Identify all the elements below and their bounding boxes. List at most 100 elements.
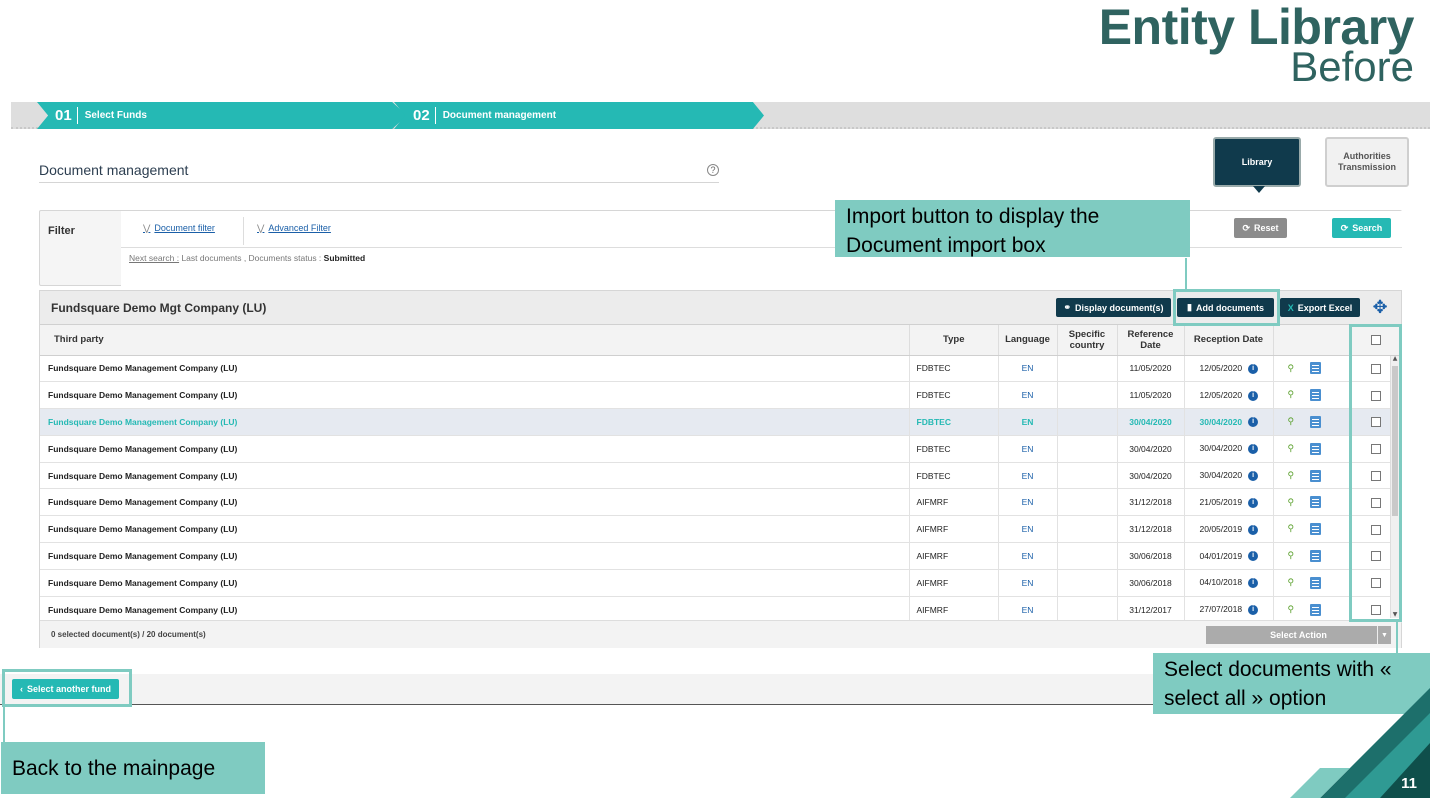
excel-icon: X	[1287, 302, 1294, 313]
document-icon[interactable]	[1309, 362, 1321, 375]
step-select-funds[interactable]: 01 Select Funds	[37, 102, 407, 129]
next-search-link[interactable]: Next search :	[129, 253, 179, 263]
cell-specific-country	[1057, 408, 1118, 436]
document-icon[interactable]	[1309, 603, 1321, 616]
cell-type: AIFMRF	[909, 515, 999, 544]
cell-type: FDBTEC	[909, 408, 999, 436]
magnifier-icon[interactable]: ⚲	[1288, 523, 1302, 534]
move-icon[interactable]: ✥	[1368, 296, 1392, 320]
cell-type: FDBTEC	[909, 435, 999, 463]
tab-label: Advanced Filter	[268, 223, 331, 233]
library-tile[interactable]: Library	[1213, 137, 1301, 193]
cell-actions: ⚲	[1273, 542, 1352, 570]
magnifier-icon[interactable]: ⚲	[1288, 389, 1302, 400]
magnifier-icon[interactable]: ⚲	[1288, 604, 1302, 615]
document-icon[interactable]	[1309, 415, 1321, 428]
info-icon[interactable]: i	[1248, 578, 1259, 589]
cell-reference-date: 30/04/2020	[1117, 408, 1185, 436]
info-icon[interactable]: i	[1248, 524, 1259, 535]
table-row[interactable]: Fundsquare Demo Management Company (LU) A…	[40, 515, 1402, 544]
document-icon[interactable]	[1309, 496, 1321, 509]
select-action-label: Select Action	[1270, 630, 1327, 640]
document-icon[interactable]	[1309, 389, 1321, 402]
cell-specific-country	[1057, 542, 1118, 570]
magnifier-icon[interactable]: ⚲	[1288, 577, 1302, 588]
reception-date-text: 20/05/2019	[1199, 523, 1243, 534]
document-icon[interactable]	[1309, 549, 1321, 562]
result-title: Fundsquare Demo Mgt Company (LU)	[51, 301, 267, 315]
magnifier-icon[interactable]: ⚲	[1288, 550, 1302, 561]
table-row[interactable]: Fundsquare Demo Management Company (LU) F…	[40, 408, 1402, 436]
table-row[interactable]: Fundsquare Demo Management Company (LU) A…	[40, 542, 1402, 570]
search-button[interactable]: ⟳ Search	[1332, 218, 1391, 238]
cell-third-party: Fundsquare Demo Management Company (LU)	[40, 435, 910, 463]
filter-panel: Filter ⋁ Document filter ⋁ Advanced Filter…	[39, 210, 1402, 286]
cell-language: EN	[998, 569, 1058, 597]
document-icon[interactable]	[1309, 523, 1321, 536]
cell-reception-date: 12/05/2020 i	[1184, 381, 1274, 410]
reset-button[interactable]: ⟳ Reset	[1234, 218, 1287, 238]
magnifier-icon[interactable]: ⚲	[1288, 416, 1302, 427]
document-icon[interactable]	[1309, 469, 1321, 482]
info-icon[interactable]: i	[1248, 497, 1259, 508]
info-icon[interactable]: i	[1248, 604, 1259, 615]
next-search-status: Submitted	[323, 253, 366, 263]
info-icon[interactable]: i	[1248, 470, 1259, 481]
display-documents-button[interactable]: ⚭ Display document(s)	[1056, 298, 1171, 317]
cell-specific-country	[1057, 515, 1118, 544]
cell-reception-date: 27/07/2018 i	[1184, 596, 1274, 624]
tab-advanced-filter[interactable]: ⋁ Advanced Filter	[257, 223, 331, 234]
table-row[interactable]: Fundsquare Demo Management Company (LU) F…	[40, 355, 1402, 383]
dropdown-icon: ▼	[1377, 626, 1391, 644]
table-row[interactable]: Fundsquare Demo Management Company (LU) F…	[40, 462, 1402, 490]
document-icon[interactable]	[1309, 442, 1321, 455]
cell-actions: ⚲	[1273, 408, 1352, 436]
next-search-summary: Next search : Last documents , Documents…	[129, 253, 365, 263]
table-header-row: Third party Type Language Specific count…	[40, 325, 1402, 356]
cell-third-party: Fundsquare Demo Management Company (LU)	[40, 515, 910, 544]
reception-date-text: 04/01/2019	[1199, 550, 1243, 561]
table-row[interactable]: Fundsquare Demo Management Company (LU) A…	[40, 488, 1402, 517]
column-header-language[interactable]: Language	[998, 325, 1058, 356]
info-icon[interactable]: i	[1248, 417, 1259, 428]
highlight-add-documents	[1173, 289, 1280, 326]
cell-reference-date: 31/12/2017	[1117, 596, 1185, 624]
magnifier-icon[interactable]: ⚲	[1288, 443, 1302, 454]
cell-type: AIFMRF	[909, 542, 999, 570]
cell-language: EN	[998, 515, 1058, 544]
info-icon[interactable]: i	[1248, 444, 1259, 455]
documents-table: Third party Type Language Specific count…	[40, 325, 1402, 624]
column-header-reception-date[interactable]: Reception Date	[1184, 325, 1274, 356]
cell-language: EN	[998, 381, 1058, 410]
help-icon[interactable]: ?	[707, 164, 719, 176]
cell-type: AIFMRF	[909, 569, 999, 597]
info-icon[interactable]: i	[1248, 363, 1259, 374]
info-icon[interactable]: i	[1248, 390, 1259, 401]
reception-date-text: 12/05/2020	[1199, 389, 1243, 400]
column-header-type[interactable]: Type	[909, 325, 999, 356]
table-row[interactable]: Fundsquare Demo Management Company (LU) A…	[40, 569, 1402, 597]
authorities-transmission-tile[interactable]: Authorities Transmission	[1325, 137, 1409, 187]
magnifier-icon[interactable]: ⚲	[1288, 363, 1302, 374]
column-header-reference-date[interactable]: Reference Date	[1117, 325, 1185, 356]
column-header-third-party[interactable]: Third party	[40, 325, 910, 356]
search-label: Search	[1352, 223, 1383, 233]
table-row[interactable]: Fundsquare Demo Management Company (LU) F…	[40, 381, 1402, 410]
table-row[interactable]: Fundsquare Demo Management Company (LU) F…	[40, 435, 1402, 463]
document-icon[interactable]	[1309, 576, 1321, 589]
tab-document-filter[interactable]: ⋁ Document filter	[143, 223, 215, 234]
cell-language: EN	[998, 462, 1058, 490]
cell-reception-date: 20/05/2019 i	[1184, 515, 1274, 544]
info-icon[interactable]: i	[1248, 551, 1259, 562]
magnifier-icon[interactable]: ⚲	[1288, 470, 1302, 481]
step-document-management[interactable]: 02 Document management	[394, 102, 764, 129]
column-header-specific-country[interactable]: Specific country	[1057, 325, 1118, 356]
table-row[interactable]: Fundsquare Demo Management Company (LU) A…	[40, 596, 1402, 624]
caret-down-icon	[1253, 186, 1265, 193]
cell-reference-date: 31/12/2018	[1117, 515, 1185, 544]
export-excel-button[interactable]: X Export Excel	[1280, 298, 1360, 317]
magnifier-icon[interactable]: ⚲	[1288, 497, 1302, 508]
select-action-dropdown[interactable]: Select Action ▼	[1206, 626, 1391, 644]
library-tile-label: Library	[1241, 157, 1273, 167]
cell-specific-country	[1057, 435, 1118, 463]
